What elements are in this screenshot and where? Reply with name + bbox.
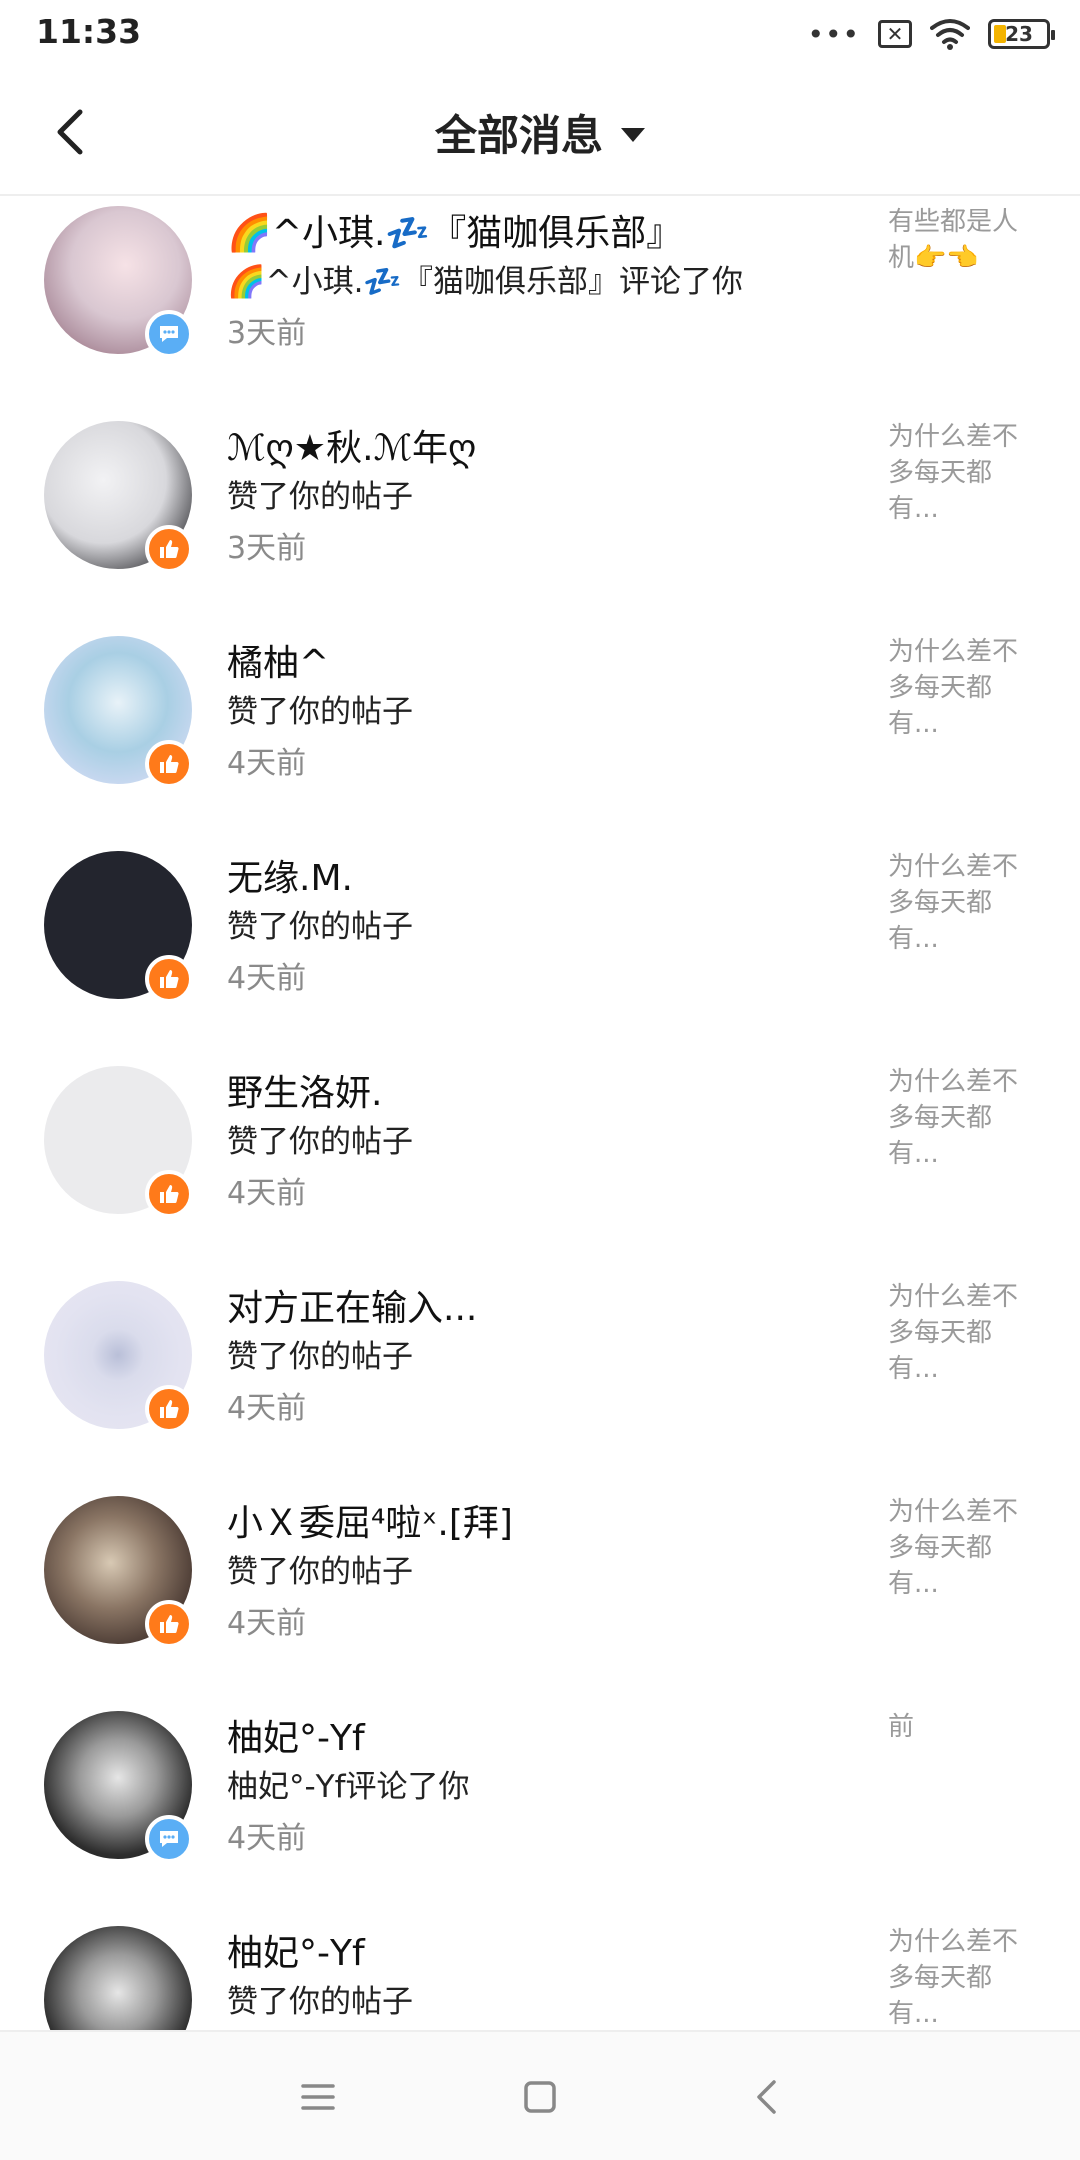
like-badge [145, 525, 193, 573]
thumbs-up-icon [160, 1400, 179, 1418]
thumbs-up-icon [160, 755, 179, 773]
sender-name[interactable]: 无缘.M. [227, 849, 847, 901]
system-back-button[interactable] [736, 2067, 796, 2127]
thumbs-up-icon [160, 970, 179, 988]
like-badge [145, 1170, 193, 1218]
menu-icon [301, 2084, 335, 2110]
thumbs-up-icon [160, 1615, 179, 1633]
avatar[interactable] [44, 1926, 192, 2030]
post-preview[interactable]: 为什么差不多每天都有... [888, 419, 1038, 527]
notification-text: 赞了你的帖子 [227, 694, 413, 730]
post-preview[interactable]: 为什么差不多每天都有... [888, 849, 1038, 957]
sender-name[interactable]: 野生洛妍. [227, 1064, 847, 1116]
post-preview[interactable]: 为什么差不多每天都有... [888, 1279, 1038, 1387]
page-title: 全部消息 [434, 110, 603, 160]
like-badge [145, 740, 193, 788]
like-badge [145, 1385, 193, 1433]
timestamp: 4天前 [227, 746, 307, 781]
home-button[interactable] [510, 2067, 570, 2127]
recents-button[interactable] [288, 2067, 348, 2127]
notification-item[interactable]: 小Ｘ委屈⁴啦ˣ.[拜] 赞了你的帖子 4天前 为什么差不多每天都有... [0, 1486, 1080, 1701]
notification-text: 赞了你的帖子 [227, 909, 413, 945]
status-time: 11:33 [36, 12, 142, 51]
sender-name[interactable]: ℳღ★秋.ℳ年ღ [227, 419, 847, 471]
notification-item[interactable]: 对方正在输入... 赞了你的帖子 4天前 为什么差不多每天都有... [0, 1271, 1080, 1486]
more-dots-icon: ••• [807, 17, 860, 51]
like-badge [145, 955, 193, 1003]
timestamp: 3天前 [227, 316, 307, 351]
sender-name[interactable]: 柚妃°-Yf [227, 1924, 847, 1976]
notification-item[interactable]: 柚妃°-Yf 赞了你的帖子 为什么差不多每天都有... [0, 1916, 1080, 2030]
comment-icon [160, 1831, 178, 1847]
notification-text: 赞了你的帖子 [227, 1124, 413, 1160]
timestamp: 4天前 [227, 1176, 307, 1211]
post-preview[interactable]: 为什么差不多每天都有... [888, 634, 1038, 742]
notification-text: 🌈^小琪.💤『猫咖俱乐部』评论了你 [227, 264, 744, 300]
timestamp: 3天前 [227, 531, 307, 566]
notification-item[interactable]: 无缘.M. 赞了你的帖子 4天前 为什么差不多每天都有... [0, 841, 1080, 1056]
sender-name[interactable]: 对方正在输入... [227, 1279, 847, 1331]
battery-level: 23 [1005, 22, 1033, 46]
timestamp: 4天前 [227, 961, 307, 996]
comment-icon [160, 326, 178, 342]
sender-name[interactable]: 🌈^小琪.💤『猫咖俱乐部』 [227, 204, 847, 256]
system-nav-bar [0, 2030, 1080, 2160]
comment-badge [145, 1815, 193, 1863]
status-icons: ••• ✕ 23 [807, 14, 1055, 54]
timestamp: 4天前 [227, 1391, 307, 1426]
notification-item[interactable]: ℳღ★秋.ℳ年ღ 赞了你的帖子 3天前 为什么差不多每天都有... [0, 411, 1080, 626]
square-icon [524, 2081, 556, 2113]
post-preview[interactable]: 有些都是人机👉👈 [888, 204, 1038, 276]
notification-text: 赞了你的帖子 [227, 1984, 413, 2020]
notification-item[interactable]: 橘柚^ 赞了你的帖子 4天前 为什么差不多每天都有... [0, 626, 1080, 841]
notification-text: 赞了你的帖子 [227, 479, 413, 515]
notification-item[interactable]: 🌈^小琪.💤『猫咖俱乐部』 🌈^小琪.💤『猫咖俱乐部』评论了你 3天前 有些都是… [0, 196, 1080, 411]
comment-badge [145, 310, 193, 358]
notification-item[interactable]: 野生洛妍. 赞了你的帖子 4天前 为什么差不多每天都有... [0, 1056, 1080, 1271]
thumbs-up-icon [160, 540, 179, 558]
no-sim-icon: ✕ [878, 20, 912, 48]
status-bar: 11:33 ••• ✕ 23 [0, 0, 1080, 72]
caret-down-icon [621, 128, 645, 142]
notification-text: 赞了你的帖子 [227, 1339, 413, 1375]
like-badge [145, 1600, 193, 1648]
sender-name[interactable]: 橘柚^ [227, 634, 847, 686]
timestamp: 4天前 [227, 1821, 307, 1856]
notification-item[interactable]: 柚妃°-Yf 柚妃°-Yf评论了你 4天前 前 [0, 1701, 1080, 1916]
top-app-bar: 全部消息 [0, 72, 1080, 196]
chevron-left-icon [757, 2080, 776, 2114]
notification-text: 柚妃°-Yf评论了你 [227, 1769, 470, 1805]
post-preview[interactable]: 为什么差不多每天都有... [888, 1924, 1038, 2030]
post-preview[interactable]: 为什么差不多每天都有... [888, 1064, 1038, 1172]
thumbs-up-icon [160, 1185, 179, 1203]
battery-icon: 23 [988, 19, 1055, 49]
message-filter-dropdown[interactable]: 全部消息 [0, 102, 1080, 162]
notification-text: 赞了你的帖子 [227, 1554, 413, 1590]
timestamp: 4天前 [227, 1606, 307, 1641]
sender-name[interactable]: 小Ｘ委屈⁴啦ˣ.[拜] [227, 1494, 847, 1546]
post-preview[interactable]: 为什么差不多每天都有... [888, 1494, 1038, 1602]
notification-list[interactable]: 🌈^小琪.💤『猫咖俱乐部』 🌈^小琪.💤『猫咖俱乐部』评论了你 3天前 有些都是… [0, 196, 1080, 2030]
post-preview[interactable]: 前 [888, 1709, 1038, 1745]
sender-name[interactable]: 柚妃°-Yf [227, 1709, 847, 1761]
wifi-icon [930, 19, 970, 50]
